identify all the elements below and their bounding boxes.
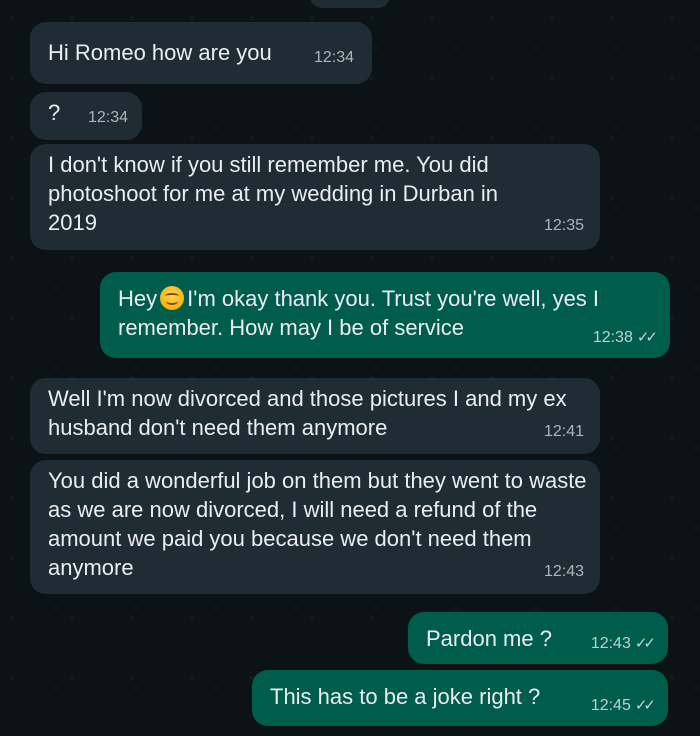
message-time: 12:45 [590, 697, 631, 714]
message-text: Hi Romeo how are you [48, 40, 272, 65]
message-time: 12:34 [313, 49, 354, 66]
message-time-status: 12:38 ✓✓ [592, 323, 658, 352]
message-text: You did a wonderful job on them but they… [48, 468, 593, 580]
message-time: 12:34 [87, 109, 128, 126]
message-text-start: Hey [118, 286, 158, 311]
message-time: 12:43 [543, 563, 584, 580]
message-time: 12:38 [592, 329, 633, 346]
message-bubble-incoming[interactable]: ? 12:34 [30, 92, 142, 140]
message-time-status: 12:43 ✓✓ [590, 629, 656, 658]
message-bubble-outgoing[interactable]: Pardon me ? 12:43 ✓✓ [408, 612, 668, 664]
smiling-face-emoji-icon [160, 286, 185, 310]
double-check-icon: ✓✓ [634, 635, 656, 652]
message-bubble-incoming[interactable]: I don't know if you still remember me. Y… [30, 144, 600, 250]
message-time: 12:35 [543, 217, 584, 234]
message-time: 12:43 [590, 635, 631, 652]
message-time-status: 12:45 ✓✓ [590, 691, 656, 720]
message-time: 12:41 [543, 423, 584, 440]
previous-message-edge [310, 0, 390, 8]
message-bubble-outgoing[interactable]: Hey I'm okay thank you. Trust you're well… [100, 272, 670, 358]
double-check-icon: ✓✓ [636, 329, 658, 346]
message-bubble-incoming[interactable]: Well I'm now divorced and those pictures… [30, 378, 600, 454]
message-text: Hey I'm okay thank you. Trust you're well… [118, 284, 638, 342]
message-text: Well I'm now divorced and those pictures… [48, 386, 573, 440]
double-check-icon: ✓✓ [634, 697, 656, 714]
message-text: I don't know if you still remember me. Y… [48, 152, 505, 235]
message-text-rest: I'm okay thank you. Trust you're well, y… [118, 286, 606, 340]
message-bubble-outgoing[interactable]: This has to be a joke right ? 12:45 ✓✓ [252, 670, 668, 726]
message-bubble-incoming[interactable]: You did a wonderful job on them but they… [30, 460, 600, 594]
message-bubble-incoming[interactable]: Hi Romeo how are you 12:34 [30, 22, 372, 84]
